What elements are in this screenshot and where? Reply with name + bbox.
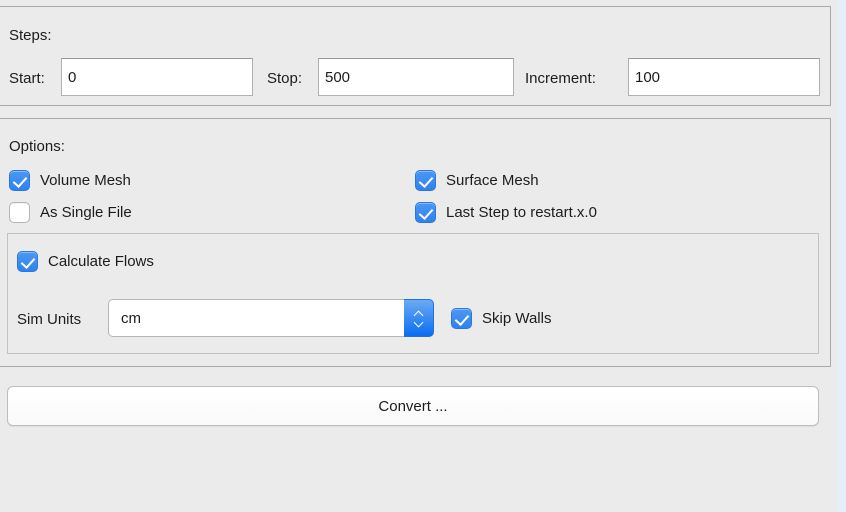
sim-units-stepper[interactable] <box>404 299 434 337</box>
checkbox-as-single-file-label: As Single File <box>40 204 132 221</box>
checkbox-volume-mesh[interactable]: Volume Mesh <box>9 170 131 191</box>
increment-input[interactable] <box>628 58 820 96</box>
increment-label: Increment: <box>525 70 596 87</box>
checkbox-empty-icon <box>9 202 30 223</box>
sim-units-label: Sim Units <box>17 311 82 328</box>
chevron-up-icon <box>414 310 424 316</box>
convert-button[interactable]: Convert ... <box>7 386 819 426</box>
checkmark-icon <box>9 170 30 191</box>
sim-units-combobox[interactable]: cm <box>108 299 434 337</box>
start-label: Start: <box>9 70 45 87</box>
checkbox-calculate-flows[interactable]: Calculate Flows <box>17 251 154 272</box>
right-edge-strip <box>838 0 846 512</box>
sim-units-value[interactable]: cm <box>108 299 404 337</box>
checkbox-last-step-restart-label: Last Step to restart.x.0 <box>446 204 597 221</box>
checkmark-icon <box>415 202 436 223</box>
checkmark-icon <box>451 308 472 329</box>
steps-group-box: Steps: Start: Stop: Increment: <box>0 6 831 106</box>
checkbox-skip-walls-label: Skip Walls <box>482 310 552 327</box>
stop-label: Stop: <box>267 70 303 87</box>
checkbox-skip-walls[interactable]: Skip Walls <box>451 308 551 329</box>
checkbox-surface-mesh[interactable]: Surface Mesh <box>415 170 539 191</box>
options-section-label: Options: <box>9 138 65 155</box>
checkbox-as-single-file[interactable]: As Single File <box>9 202 132 223</box>
stop-input[interactable] <box>318 58 514 96</box>
steps-section-label: Steps: <box>9 27 52 44</box>
checkbox-volume-mesh-label: Volume Mesh <box>40 172 131 189</box>
convert-options-panel: Steps: Start: Stop: Increment: Options: … <box>0 0 838 512</box>
options-group-box: Options: Volume Mesh As Single File Surf… <box>0 118 831 367</box>
chevron-down-icon <box>414 320 424 326</box>
start-input[interactable] <box>61 58 253 96</box>
calculate-flows-group-box: Calculate Flows Sim Units cm Skip Walls <box>7 233 819 354</box>
checkmark-icon <box>415 170 436 191</box>
checkbox-last-step-restart[interactable]: Last Step to restart.x.0 <box>415 202 597 223</box>
convert-button-label: Convert ... <box>378 397 448 415</box>
checkmark-icon <box>17 251 38 272</box>
checkbox-surface-mesh-label: Surface Mesh <box>446 172 539 189</box>
checkbox-calculate-flows-label: Calculate Flows <box>48 253 154 270</box>
